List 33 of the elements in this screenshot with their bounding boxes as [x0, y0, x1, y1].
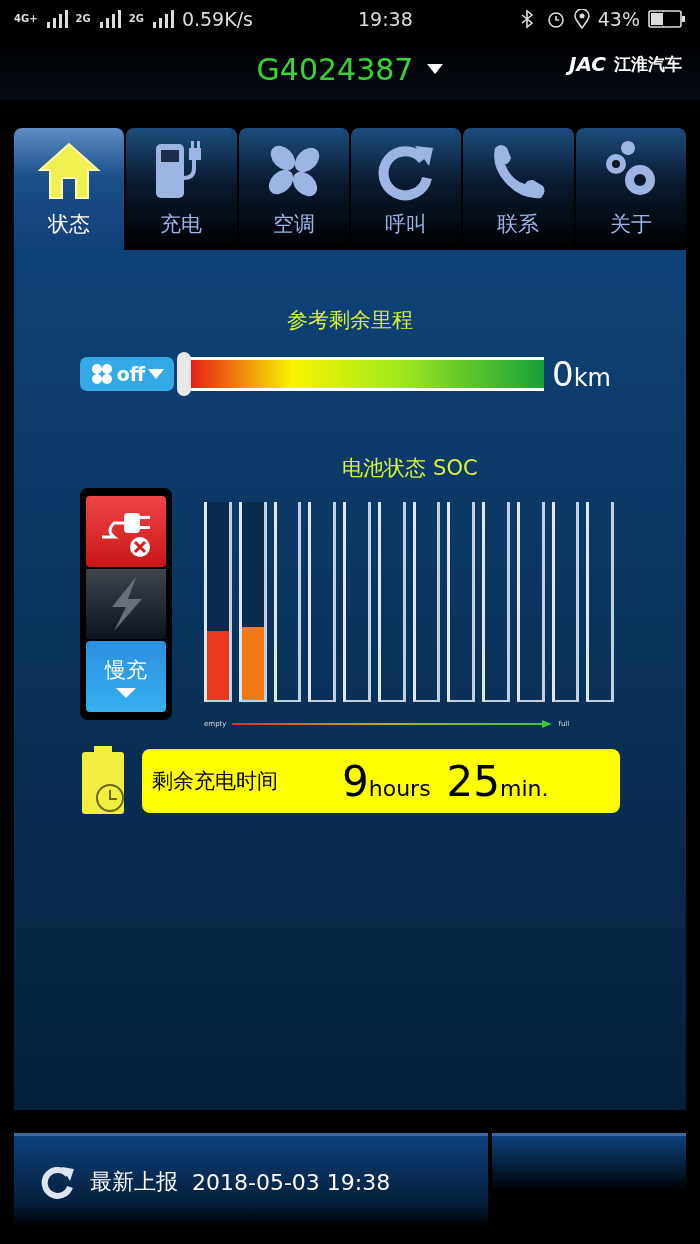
hours-value: 9 [342, 756, 369, 806]
location-icon [573, 9, 590, 29]
network-label: 2G [128, 14, 144, 24]
nav-tab[interactable]: 状态 [14, 128, 125, 250]
caret-icon [148, 369, 165, 379]
brand-name: 江淮汽车 [614, 52, 682, 76]
hours-unit: hours [368, 775, 431, 801]
network-label: 4G+ [14, 14, 38, 24]
battery-icon [648, 10, 686, 28]
signal-icon [151, 10, 174, 28]
refresh-icon[interactable] [40, 1165, 76, 1199]
range-unit: km [573, 364, 611, 392]
vehicle-selector[interactable]: G4024387 [256, 51, 444, 87]
battery-percent: 43% [597, 8, 640, 30]
range-value: 0 [552, 354, 574, 394]
clock: 19:38 [358, 8, 413, 30]
signal-icon [98, 10, 121, 28]
soc-title: 电池状态 SOC [342, 455, 478, 482]
signal-icon [45, 10, 68, 28]
minutes-value: 25 [446, 756, 501, 806]
minutes-unit: min. [500, 775, 549, 801]
report-label: 最新上报 [90, 1168, 178, 1196]
alarm-icon [545, 9, 566, 29]
charging-button[interactable] [86, 568, 166, 640]
caret-icon [427, 64, 444, 74]
caret-icon [116, 687, 136, 698]
network-speed: 0.59K/s [181, 8, 253, 30]
charge-time-label: 剩余充电时间 [152, 768, 279, 795]
fan-icon [89, 362, 114, 386]
range-title: 参考剩余里程 [287, 307, 413, 334]
report-timestamp: 2018-05-03 19:38 [192, 1169, 391, 1195]
unplugged-button[interactable] [86, 496, 166, 567]
network-label: 2G [75, 14, 91, 24]
